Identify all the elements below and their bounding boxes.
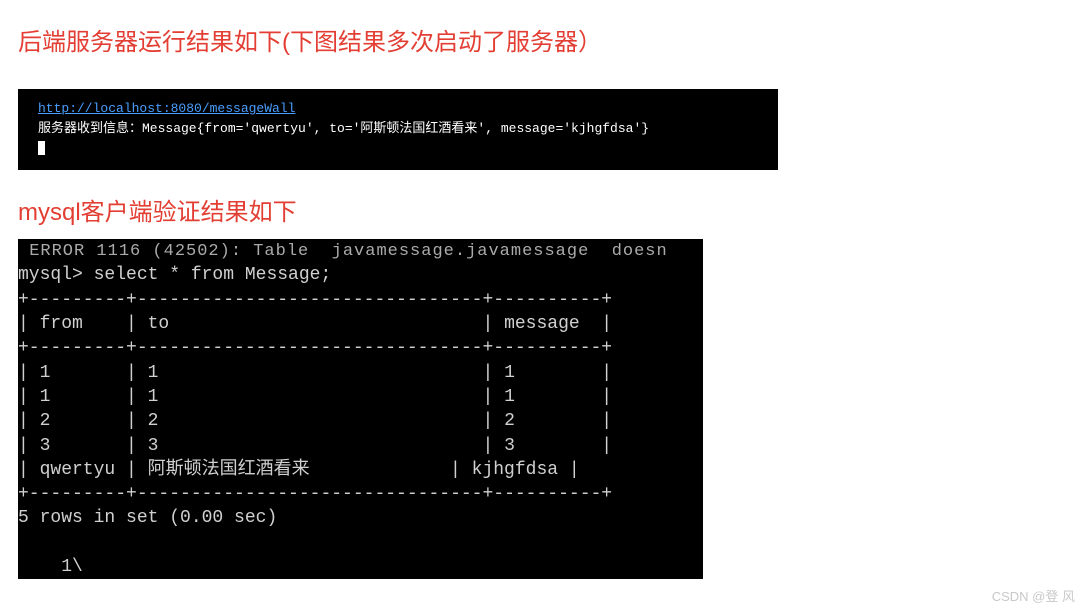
mysql-data-row: | 2 | 2 | 2 | <box>18 411 612 431</box>
mysql-data-row: | 1 | 1 | 1 | <box>18 387 612 407</box>
server-terminal: http://localhost:8080/messageWall 服务器收到信… <box>18 89 778 170</box>
mysql-border-bot: +---------+-----------------------------… <box>18 484 612 504</box>
server-log-line: 服务器收到信息：Message{from='qwertyu', to='阿斯顿法… <box>38 119 768 139</box>
message-wall-url[interactable]: http://localhost:8080/messageWall <box>38 101 295 116</box>
server-result-heading: 后端服务器运行结果如下(下图结果多次启动了服务器） <box>18 22 1071 57</box>
mysql-tail: 1\ <box>18 557 83 577</box>
mysql-data-row: | 1 | 1 | 1 | <box>18 363 612 383</box>
cursor-block <box>38 141 45 155</box>
mysql-prompt: mysql> select * from Message; <box>18 265 331 285</box>
mysql-border-top: +---------+-----------------------------… <box>18 290 612 310</box>
mysql-result-count: 5 rows in set (0.00 sec) <box>18 508 277 528</box>
mysql-header-row: | from | to | message | <box>18 314 612 334</box>
mysql-border-mid: +---------+-----------------------------… <box>18 338 612 358</box>
mysql-error-partial: ERROR 1116 (42502): Table javamessage.ja… <box>18 242 679 261</box>
mysql-data-row: | qwertyu | 阿斯顿法国红酒看来 | kjhgfdsa | <box>18 460 580 480</box>
mysql-data-row: | 3 | 3 | 3 | <box>18 436 612 456</box>
mysql-terminal: ERROR 1116 (42502): Table javamessage.ja… <box>18 239 703 580</box>
terminal-cursor-line <box>38 138 768 158</box>
mysql-result-heading: mysql客户端验证结果如下 <box>18 192 1071 227</box>
csdn-watermark: CSDN @登 风 <box>992 586 1075 605</box>
